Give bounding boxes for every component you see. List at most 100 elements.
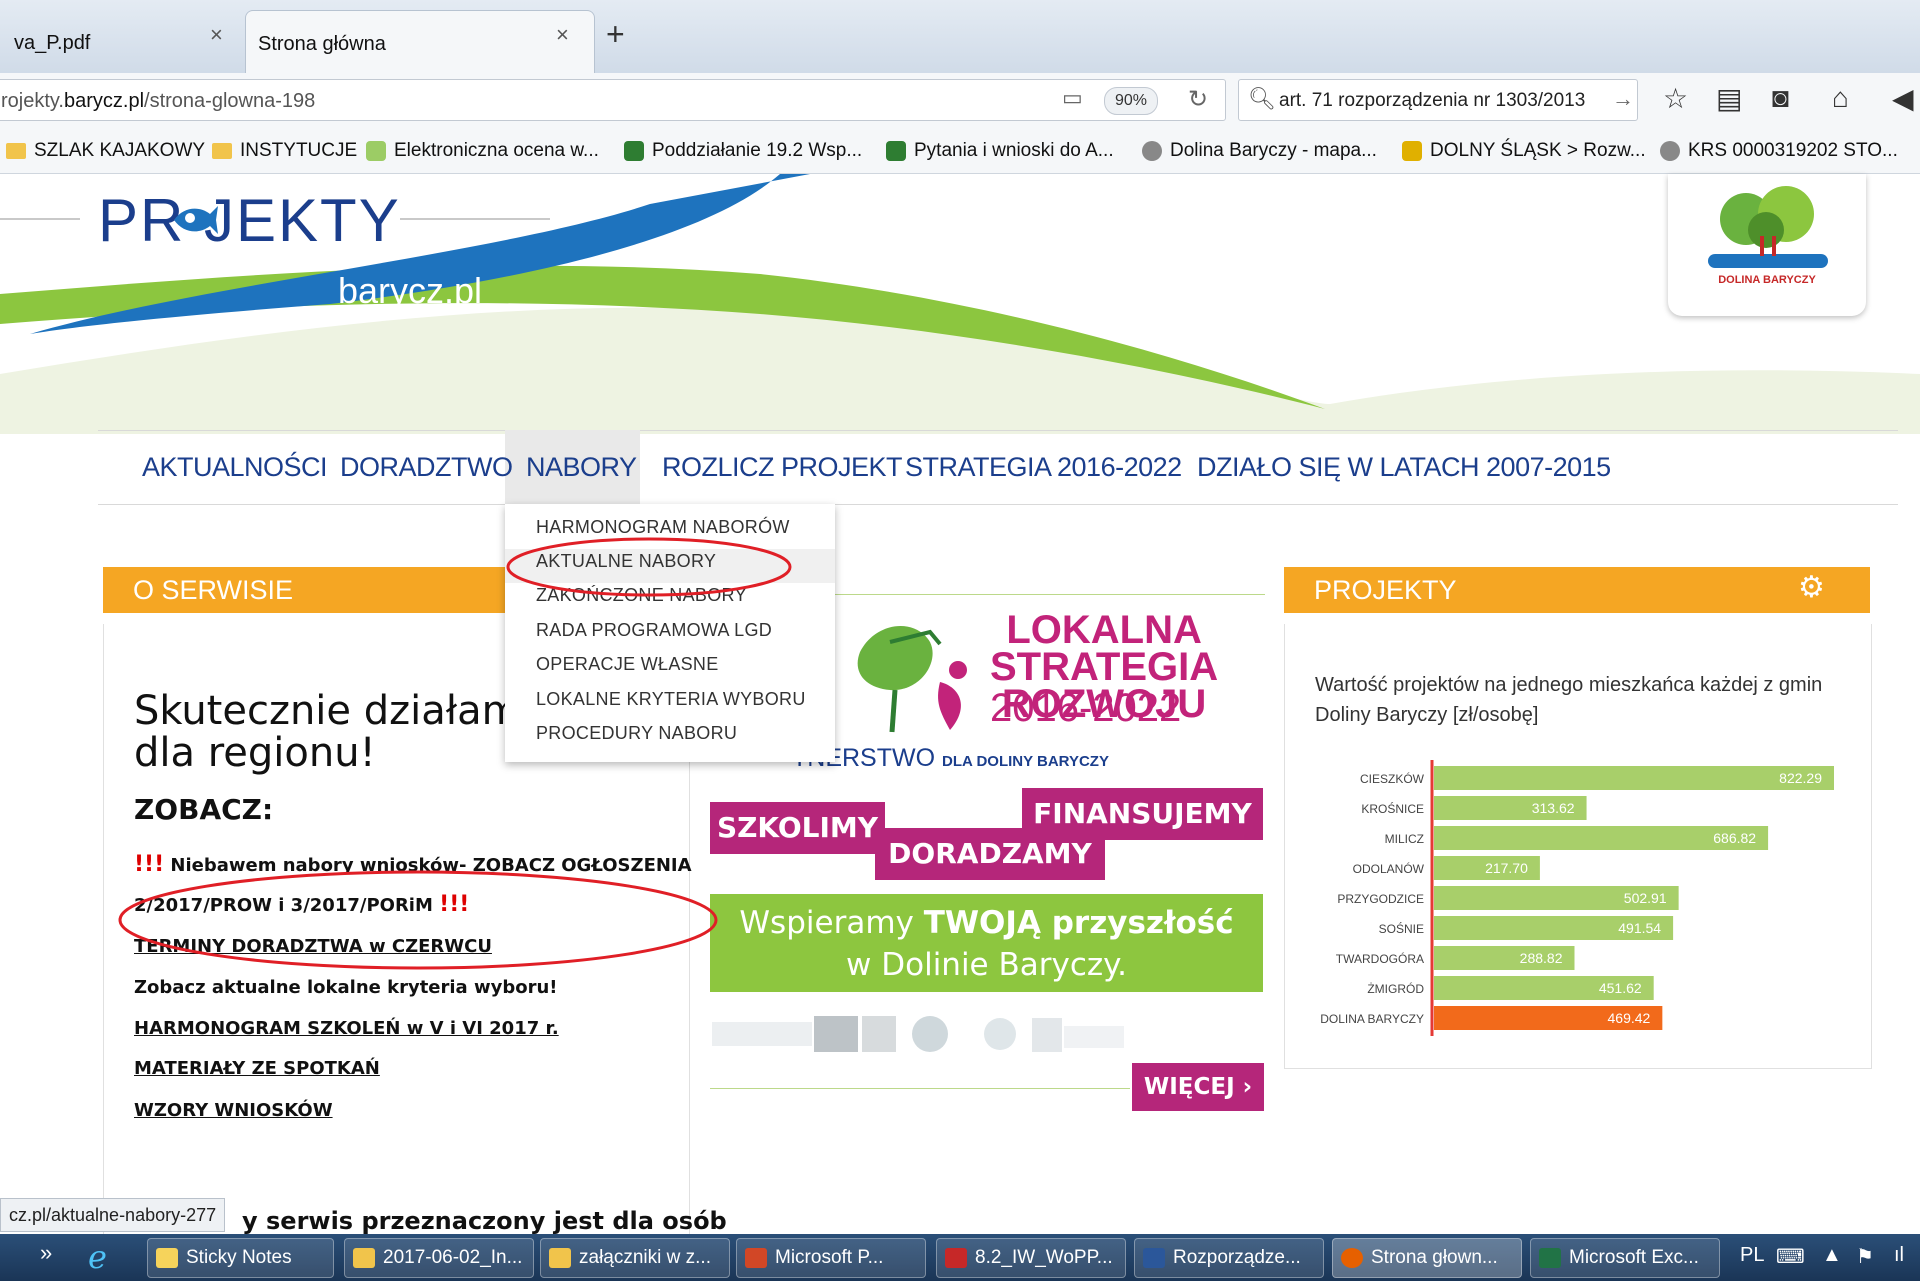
taskbar-item-word[interactable]: Rozporządze... bbox=[1134, 1238, 1324, 1278]
site-logo-title[interactable]: PR JEKTY bbox=[98, 186, 401, 255]
keyboard-icon[interactable]: ⌨ bbox=[1776, 1244, 1805, 1269]
dropdown-item-kryteria[interactable]: LOKALNE KRYTERIA WYBORU bbox=[536, 689, 806, 710]
zobacz-heading: ZOBACZ: bbox=[134, 793, 274, 826]
bookmark-label: Dolina Baryczy - mapa... bbox=[1170, 140, 1377, 161]
menu-item-doradztwo[interactable]: DORADZTWO bbox=[340, 452, 513, 483]
search-go-icon[interactable]: → bbox=[1612, 86, 1634, 112]
wspieramy-text: Wspieramy bbox=[739, 905, 924, 941]
flag-icon[interactable]: ⚑ bbox=[1856, 1244, 1874, 1269]
reader-view-icon[interactable]: ▭ bbox=[1062, 85, 1083, 111]
bookmark-item[interactable]: Elektroniczna ocena w... bbox=[366, 140, 599, 162]
folder-icon bbox=[549, 1248, 571, 1268]
chart-value-label: 502.91 bbox=[1624, 890, 1667, 906]
bookmark-item[interactable]: Pytania i wnioski do A... bbox=[886, 140, 1114, 162]
exclamation-mark: !!! bbox=[134, 852, 165, 877]
reload-icon[interactable]: ↻ bbox=[1188, 85, 1208, 114]
exclamation-mark: !!! bbox=[439, 892, 470, 917]
taskbar-item-powerpoint[interactable]: Microsoft P... bbox=[736, 1238, 926, 1278]
taskbar-item-pdf[interactable]: 8.2_IW_WoPP... bbox=[936, 1238, 1126, 1278]
dropdown-item-operacje[interactable]: OPERACJE WŁASNE bbox=[536, 654, 719, 675]
bookmark-label: KRS 0000319202 STO... bbox=[1688, 140, 1898, 161]
url-prefix: rojekty. bbox=[1, 90, 64, 112]
chart-category-label: PRZYGODZICE bbox=[1337, 892, 1424, 906]
language-indicator[interactable]: PL bbox=[1740, 1244, 1764, 1267]
home-icon[interactable]: ⌂ bbox=[1832, 82, 1849, 114]
taskbar-label: załączniki w z... bbox=[579, 1247, 711, 1268]
close-tab-icon[interactable]: × bbox=[556, 22, 569, 48]
excel-icon bbox=[1539, 1248, 1561, 1268]
chart-value-label: 217.70 bbox=[1485, 860, 1528, 876]
bookmark-item[interactable]: Dolina Baryczy - mapa... bbox=[1142, 140, 1377, 162]
bottom-teaser-text: y serwis przeznaczony jest dla osób bbox=[242, 1207, 727, 1235]
menu-bottom-divider bbox=[98, 504, 1898, 505]
kryteria-wyboru-text[interactable]: Zobacz aktualne lokalne kryteria wyboru! bbox=[134, 977, 557, 998]
bookmark-label: DOLNY ŚLĄSK > Rozw... bbox=[1430, 140, 1646, 161]
powerpoint-icon bbox=[745, 1248, 767, 1268]
internet-explorer-icon[interactable]: e bbox=[88, 1238, 107, 1276]
gears-icon: ⚙ bbox=[1798, 571, 1825, 604]
word-icon bbox=[1143, 1248, 1165, 1268]
partner-logos-strip bbox=[712, 1012, 1132, 1056]
wzory-wnioskow-link[interactable]: WZORY WNIOSKÓW bbox=[134, 1100, 333, 1121]
chart-bar bbox=[1434, 766, 1834, 790]
taskbar-label: Microsoft P... bbox=[775, 1247, 884, 1268]
bookmark-star-icon[interactable]: ☆ bbox=[1663, 82, 1688, 115]
network-icon[interactable]: ıl bbox=[1894, 1244, 1904, 1267]
wiecej-button[interactable]: WIĘCEJ › bbox=[1132, 1063, 1264, 1111]
dropdown-item-aktualne-nabory[interactable]: AKTUALNE NABORY bbox=[536, 551, 716, 572]
bookmark-item[interactable]: KRS 0000319202 STO... bbox=[1660, 140, 1898, 162]
folder-icon bbox=[353, 1248, 375, 1268]
address-bar[interactable]: rojekty.barycz.pl/strona-glowna-198 bbox=[0, 79, 1226, 121]
folder-icon bbox=[212, 143, 232, 159]
announcement-line[interactable]: !!! Niebawem nabory wniosków- ZOBACZ OGŁ… bbox=[134, 852, 692, 877]
bookmark-label: Pytania i wnioski do A... bbox=[914, 140, 1114, 161]
fish-logo-icon bbox=[174, 206, 218, 234]
menu-item-rozlicz-projekt[interactable]: ROZLICZ PROJEKT bbox=[662, 452, 903, 483]
sticky-notes-icon bbox=[156, 1248, 178, 1268]
taskbar-item-folder-2[interactable]: załączniki w z... bbox=[540, 1238, 730, 1278]
menu-item-dzialo-sie[interactable]: DZIAŁO SIĘ W LATACH 2007-2015 bbox=[1197, 452, 1611, 483]
zoom-indicator[interactable]: 90% bbox=[1104, 87, 1159, 115]
bookmark-label: Elektroniczna ocena w... bbox=[394, 140, 599, 161]
pocket-icon[interactable]: ◙ bbox=[1772, 82, 1789, 114]
materialy-link[interactable]: MATERIAŁY ZE SPOTKAŃ bbox=[134, 1058, 380, 1079]
tab-pdf[interactable]: va_P.pdf bbox=[0, 10, 245, 73]
tray-arrow-icon[interactable]: ▲ bbox=[1822, 1244, 1842, 1267]
pdf-icon bbox=[945, 1248, 967, 1268]
taskbar-item-excel[interactable]: Microsoft Exc... bbox=[1530, 1238, 1720, 1278]
taskbar-item-sticky-notes[interactable]: Sticky Notes bbox=[147, 1238, 334, 1278]
search-input[interactable]: art. 71 rozporządzenia nr 1303/2013 bbox=[1238, 79, 1638, 121]
bookmark-label: Poddziałanie 19.2 Wsp... bbox=[652, 140, 863, 161]
chart-value-label: 822.29 bbox=[1779, 770, 1822, 786]
taskbar-item-firefox[interactable]: Strona głown... bbox=[1332, 1238, 1522, 1278]
bookmark-item[interactable]: DOLNY ŚLĄSK > Rozw... bbox=[1402, 140, 1646, 162]
dropdown-item-harmonogram[interactable]: HARMONOGRAM NABORÓW bbox=[536, 517, 790, 538]
dropdown-item-zakonczone[interactable]: ZAKOŃCZONE NABORY bbox=[536, 585, 747, 606]
dropdown-item-procedury[interactable]: PROCEDURY NABORU bbox=[536, 723, 737, 744]
wspieramy-banner[interactable]: Wspieramy TWOJĄ przyszłość w Dolinie Bar… bbox=[710, 894, 1263, 992]
announcement-line-2[interactable]: 2/2017/PROW i 3/2017/PORiM !!! bbox=[134, 892, 469, 917]
bookmark-item[interactable]: Poddziałanie 19.2 Wsp... bbox=[624, 140, 862, 162]
menu-item-aktualnosci[interactable]: AKTUALNOŚCI bbox=[142, 452, 328, 483]
dropdown-item-rada[interactable]: RADA PROGRAMOWA LGD bbox=[536, 620, 772, 641]
taskbar-item-folder[interactable]: 2017-06-02_In... bbox=[344, 1238, 534, 1278]
bookmark-item[interactable]: SZLAK KAJAKOWY bbox=[6, 140, 205, 162]
send-icon[interactable]: ◀ bbox=[1892, 82, 1914, 115]
chart-value-label: 288.82 bbox=[1520, 950, 1563, 966]
new-tab-button[interactable]: + bbox=[606, 16, 625, 53]
harmonogram-szkolen-link[interactable]: HARMONOGRAM SZKOLEŃ w V i VI 2017 r. bbox=[134, 1018, 559, 1039]
close-tab-icon[interactable]: × bbox=[210, 22, 223, 48]
menu-item-strategia[interactable]: STRATEGIA 2016-2022 bbox=[905, 452, 1182, 483]
lsr-tree-icon bbox=[857, 625, 967, 733]
taskbar-overflow-icon[interactable]: » bbox=[40, 1240, 52, 1266]
bookmark-item[interactable]: INSTYTUCJE bbox=[212, 140, 357, 162]
site-icon bbox=[624, 141, 644, 161]
tab-strona-glowna[interactable]: Strona główna bbox=[245, 10, 595, 73]
menu-item-nabory[interactable]: NABORY bbox=[526, 452, 637, 483]
chart-value-label: 469.42 bbox=[1608, 1010, 1651, 1026]
crest-icon bbox=[1402, 141, 1422, 161]
terminy-doradztwa-link[interactable]: TERMINY DORADZTWA w CZERWCU bbox=[134, 936, 492, 957]
chart-value-label: 313.62 bbox=[1532, 800, 1575, 816]
dolina-baryczy-logo[interactable] bbox=[1668, 174, 1866, 316]
bookmarks-list-icon[interactable]: ▤ bbox=[1716, 82, 1742, 115]
